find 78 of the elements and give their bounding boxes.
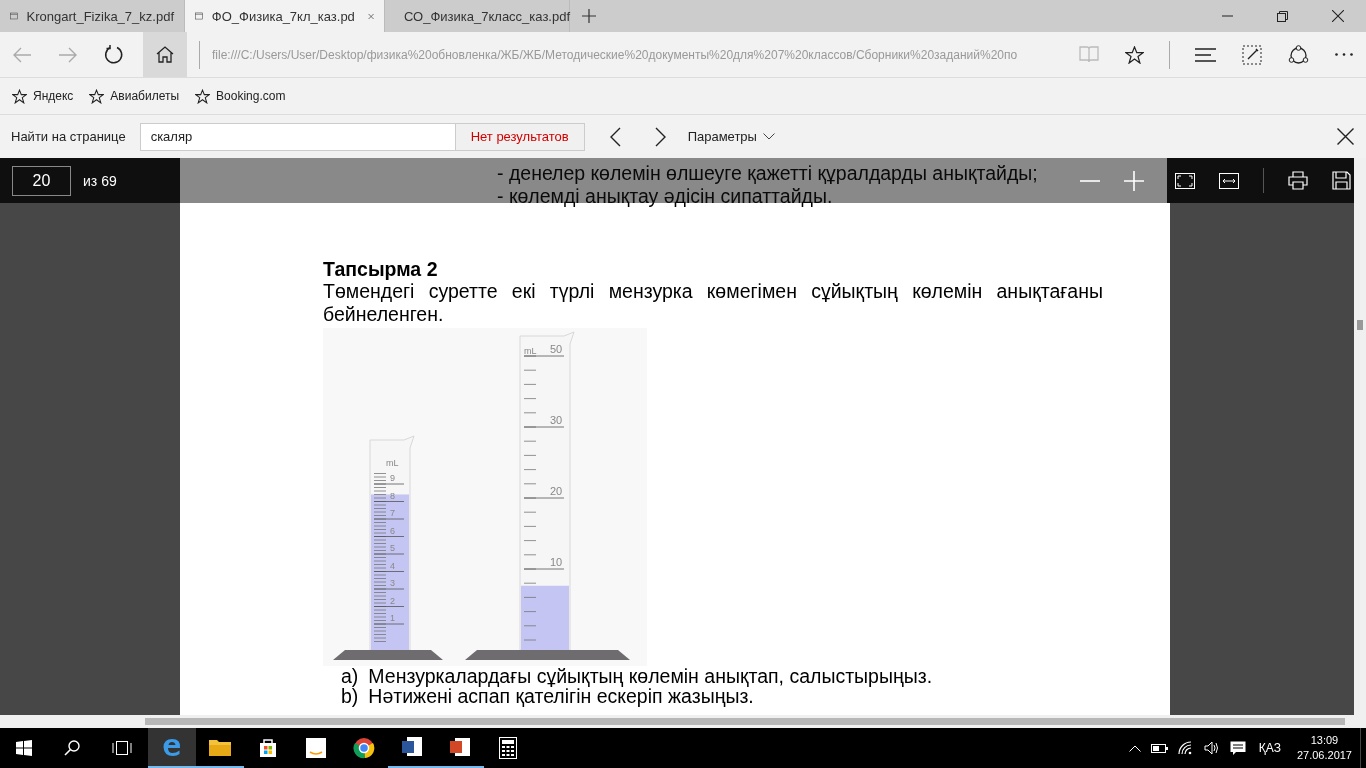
scale-label: 6 bbox=[390, 525, 395, 536]
chevron-down-icon bbox=[762, 133, 775, 140]
scale-label: 5 bbox=[390, 543, 395, 553]
scale-label: 4 bbox=[390, 560, 395, 571]
clock-date[interactable]: 27.06.2017 bbox=[1296, 748, 1352, 763]
scale-label: 3 bbox=[390, 578, 395, 588]
save-icon[interactable] bbox=[1332, 171, 1351, 190]
note-icon[interactable] bbox=[1242, 44, 1262, 65]
next-icon[interactable] bbox=[654, 126, 667, 147]
close-icon[interactable] bbox=[1337, 128, 1354, 145]
calculator-icon bbox=[499, 737, 517, 759]
share-icon[interactable] bbox=[1288, 44, 1309, 65]
task-text: Төмендегі суретте екі түрлі мензурка көмегімен сұйықтың көлемін анықтағаны бейнеленген. bbox=[323, 280, 1103, 326]
language-indicator[interactable]: ҚАЗ bbox=[1258, 741, 1281, 755]
notifications-icon[interactable] bbox=[1229, 740, 1246, 756]
presentation-icon bbox=[449, 736, 471, 758]
home-button[interactable] bbox=[143, 32, 187, 77]
scale-label: 1 bbox=[390, 613, 395, 623]
zoom-out-icon[interactable] bbox=[1080, 179, 1100, 182]
home-icon bbox=[156, 46, 174, 63]
restore-icon[interactable] bbox=[1277, 10, 1288, 22]
options-dropdown[interactable]: Параметры bbox=[687, 129, 775, 144]
browser-e-icon bbox=[161, 736, 183, 758]
zoom-in-icon[interactable] bbox=[1124, 170, 1144, 191]
scale-label: 50 bbox=[550, 343, 563, 355]
print-icon[interactable] bbox=[1288, 171, 1308, 190]
smile-logo-icon bbox=[306, 738, 326, 758]
star-icon bbox=[195, 88, 211, 104]
horizontal-scrollbar[interactable] bbox=[0, 715, 1366, 728]
browser-tab[interactable]: ФО_Физика_7кл_каз.pd bbox=[185, 0, 385, 32]
find-field[interactable]: скаляр bbox=[139, 122, 455, 151]
fit-page-icon[interactable] bbox=[1175, 172, 1195, 189]
scale-label: 8 bbox=[390, 490, 395, 501]
previous-icon[interactable] bbox=[608, 126, 621, 147]
question-text: Нәтижені аспап қателігін ескеріп жазыңыз. bbox=[368, 686, 754, 706]
document-icon bbox=[401, 736, 423, 758]
scale-label: 10 bbox=[550, 556, 563, 568]
edge-taskbar-button[interactable] bbox=[148, 728, 196, 768]
refresh-icon[interactable] bbox=[104, 44, 124, 65]
page-icon bbox=[195, 10, 203, 22]
scale-label: 20 bbox=[550, 485, 563, 497]
close-icon[interactable] bbox=[1332, 10, 1344, 22]
descriptor-item: - көлемді анықтау әдісін сипаттайды. bbox=[497, 185, 833, 208]
more-icon[interactable] bbox=[1335, 53, 1353, 56]
task-view-icon[interactable] bbox=[112, 741, 132, 755]
page-number-field[interactable]: 20 bbox=[12, 165, 71, 196]
scale-label: 7 bbox=[390, 508, 395, 518]
folder-icon bbox=[209, 738, 231, 756]
page-count: из 69 bbox=[83, 172, 117, 189]
page-icon bbox=[10, 10, 18, 22]
chevron-up-icon[interactable] bbox=[1128, 744, 1141, 752]
descriptor-item: - денелер көлемін өлшеуге қажетті құралдарды анықтайды; bbox=[497, 162, 1038, 185]
question-marker: b) bbox=[341, 686, 359, 706]
windows-start-icon[interactable] bbox=[16, 740, 32, 756]
speaker-icon[interactable] bbox=[1203, 741, 1220, 755]
battery-icon[interactable] bbox=[1150, 743, 1168, 753]
star-icon bbox=[89, 88, 105, 104]
unit-label: mL bbox=[524, 346, 537, 356]
star-icon[interactable] bbox=[1125, 45, 1144, 64]
new-tab-icon[interactable] bbox=[582, 9, 596, 23]
search-icon[interactable] bbox=[64, 740, 80, 756]
task-title: Тапсырма 2 bbox=[323, 258, 439, 280]
shopping-bag-icon bbox=[258, 738, 278, 758]
hub-icon[interactable] bbox=[1195, 47, 1216, 62]
favorite-link[interactable]: Авиабилеты bbox=[89, 88, 180, 104]
wifi-icon[interactable] bbox=[1177, 741, 1194, 755]
scale-label: 9 bbox=[390, 473, 395, 483]
no-results-text: Нет результатов bbox=[454, 122, 585, 151]
favorite-link[interactable]: Booking.com bbox=[195, 88, 286, 104]
favorite-link[interactable]: Яндекс bbox=[12, 88, 74, 104]
scale-label: 30 bbox=[550, 414, 563, 426]
clock-time[interactable]: 13:09 bbox=[1310, 733, 1339, 748]
scale-label: 2 bbox=[390, 595, 395, 606]
fit-width-icon[interactable] bbox=[1219, 172, 1239, 189]
unit-label: mL bbox=[386, 458, 399, 468]
star-icon bbox=[12, 88, 27, 104]
find-label: Найти на странице bbox=[11, 129, 126, 144]
browser-logo-icon bbox=[353, 737, 375, 759]
